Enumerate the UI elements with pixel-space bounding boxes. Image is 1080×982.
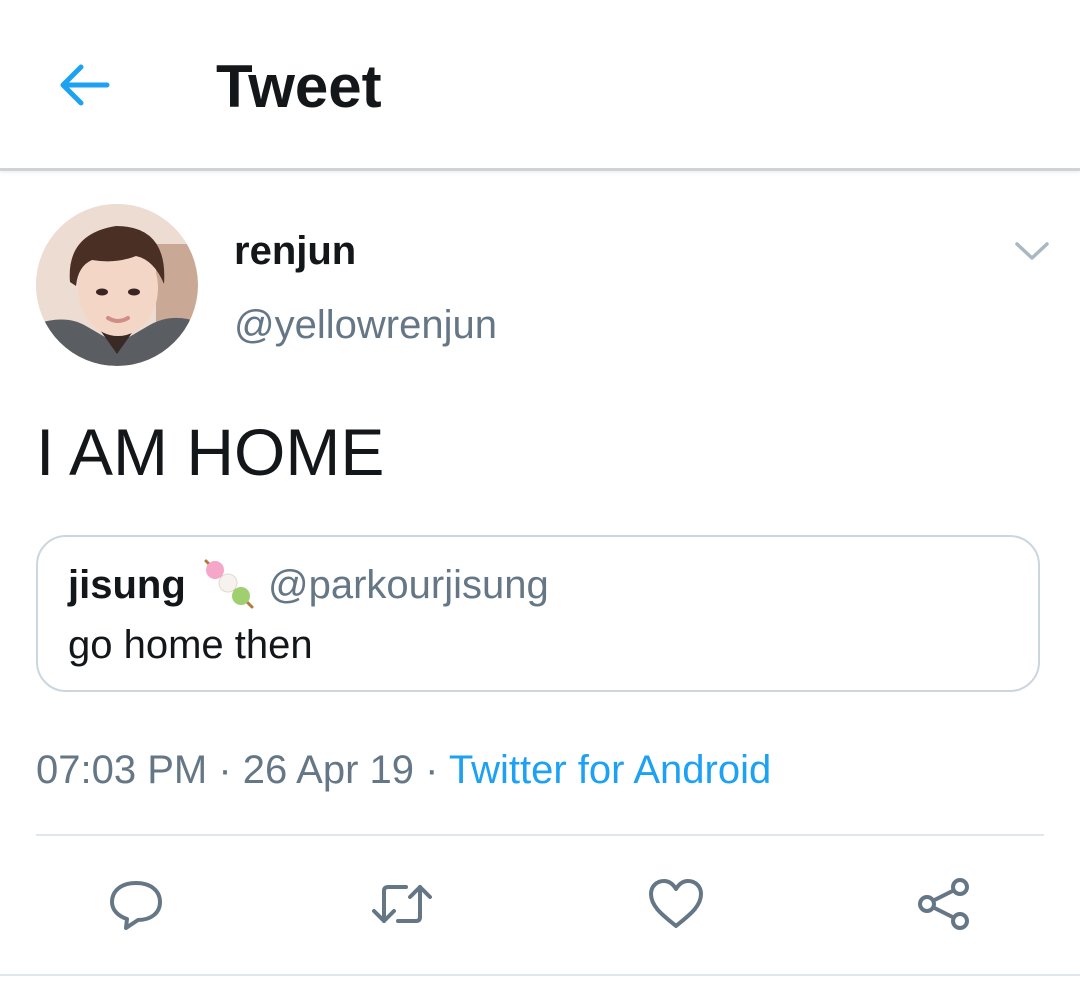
tweet-source-link[interactable]: Twitter for Android: [449, 748, 771, 792]
divider: [36, 834, 1044, 836]
reply-icon: [110, 881, 162, 930]
page-title: Tweet: [216, 53, 382, 120]
author-handle[interactable]: @yellowrenjun: [234, 300, 497, 350]
quoted-handle: @parkourjisung: [268, 563, 549, 607]
quoted-tweet-text: go home then: [68, 623, 313, 667]
tweet-time: 07:03 PM: [36, 748, 208, 792]
retweet-button[interactable]: [370, 872, 434, 936]
tweet-meta: 07:03 PM · 26 Apr 19 · Twitter for Andro…: [36, 744, 771, 796]
avatar[interactable]: [36, 204, 198, 366]
heart-icon: [649, 879, 703, 928]
author-display-name[interactable]: renjun: [234, 226, 356, 276]
meta-separator: ·: [414, 748, 449, 792]
back-button[interactable]: [52, 58, 116, 112]
tweet-text: I AM HOME: [36, 415, 385, 489]
arrow-left-icon: [60, 64, 110, 106]
tweet-date: 26 Apr 19: [242, 748, 415, 792]
quoted-display-name: jisung: [68, 563, 186, 607]
avatar-photo: [36, 204, 198, 366]
top-bar: Tweet: [0, 0, 1080, 171]
retweet-icon: [372, 885, 432, 923]
divider: [0, 974, 1080, 976]
share-button[interactable]: [912, 872, 976, 936]
chevron-down-icon: [1015, 242, 1049, 260]
more-options-button[interactable]: [1008, 232, 1056, 270]
dango-icon: [200, 555, 258, 613]
like-button[interactable]: [644, 872, 708, 936]
quoted-tweet-card[interactable]: jisung @parkourjisung go home then: [36, 535, 1040, 692]
share-icon: [918, 878, 969, 930]
meta-separator: ·: [207, 748, 243, 792]
reply-button[interactable]: [104, 872, 168, 936]
